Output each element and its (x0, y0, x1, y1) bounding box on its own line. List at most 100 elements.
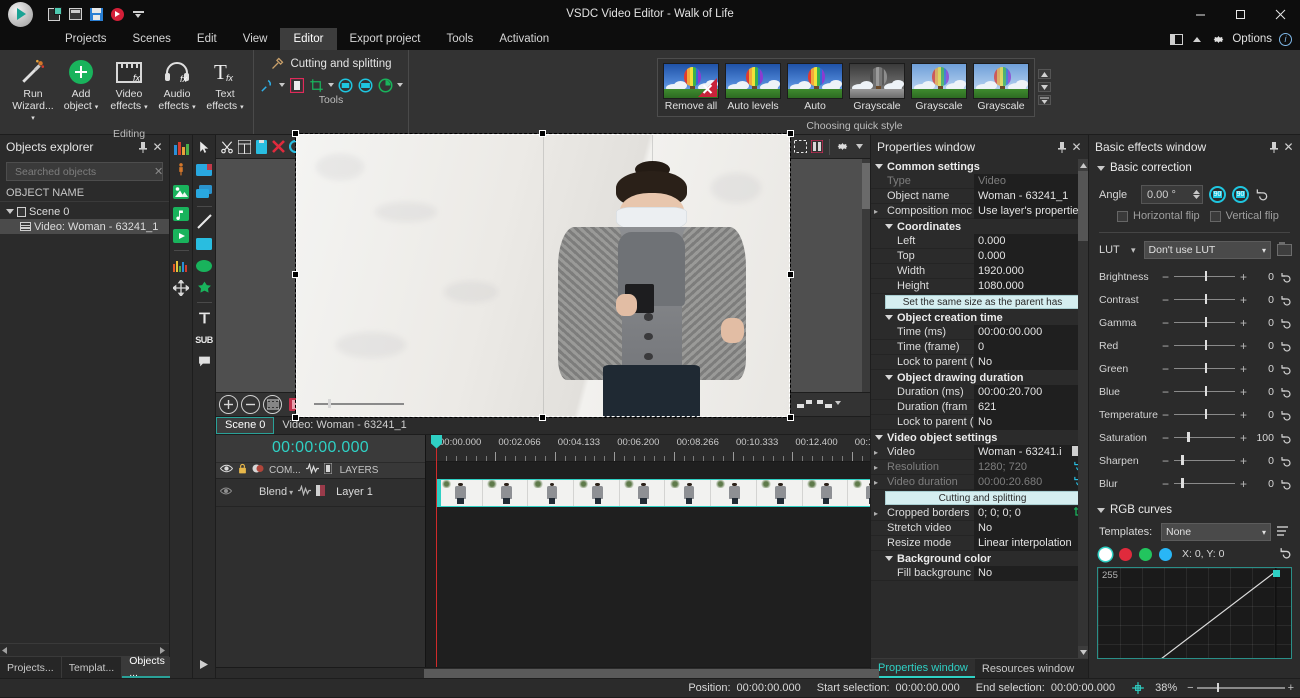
blue-channel-icon[interactable] (1159, 548, 1172, 561)
gear-icon[interactable] (1211, 32, 1225, 46)
slider-reset-icon[interactable] (1278, 340, 1294, 352)
effect-slider-blur[interactable]: Blur−+0 (1089, 472, 1300, 495)
slider-decrease[interactable]: − (1161, 454, 1170, 468)
properties-scrollbar[interactable] (1078, 159, 1088, 658)
property-row[interactable]: Height1080.000 (871, 279, 1088, 294)
slider-reset-icon[interactable] (1278, 363, 1294, 375)
angle-input[interactable]: 0.00 ° (1141, 185, 1203, 204)
property-row[interactable]: ▸Resolution1280; 720 (871, 460, 1088, 475)
effect-slider-brightness[interactable]: Brightness−+0 (1089, 265, 1300, 288)
info-icon[interactable]: i (1279, 33, 1292, 46)
flip-checkbox-horizontal[interactable]: Horizontal flip (1117, 210, 1200, 222)
resize-handle-bl[interactable] (292, 414, 299, 421)
properties-scroll-down[interactable] (1078, 646, 1088, 658)
slider-reset-icon[interactable] (1278, 432, 1294, 444)
slider-decrease[interactable]: − (1161, 339, 1170, 353)
property-row[interactable]: Object nameWoman - 63241_1 (871, 189, 1088, 204)
slider-decrease[interactable]: − (1161, 316, 1170, 330)
resize-handle-mr[interactable] (787, 271, 794, 278)
effect-slider-blue[interactable]: Blue−+0 (1089, 380, 1300, 403)
effect-slider-green[interactable]: Green−+0 (1089, 357, 1300, 380)
row-expander-icon[interactable]: ▸ (871, 463, 881, 472)
property-value[interactable]: 1920.000 (974, 264, 1088, 279)
layer-eye-icon[interactable] (220, 486, 232, 498)
property-value[interactable]: 00:00:20.700 (974, 385, 1088, 400)
magic-wand-icon[interactable] (259, 77, 276, 94)
magic-wand-dropdown[interactable] (279, 83, 285, 89)
preview-canvas-area[interactable] (216, 159, 870, 392)
slider-reset-icon[interactable] (1278, 386, 1294, 398)
property-row[interactable]: Time (ms)00:00:00.000 (871, 325, 1088, 340)
objects-panel-tab[interactable]: Objects ... (122, 657, 173, 678)
effects-close-icon[interactable]: ✕ (1281, 140, 1296, 155)
checkbox-icon[interactable] (1117, 211, 1128, 222)
property-action-button[interactable]: Set the same size as the parent has (885, 295, 1080, 309)
freeform-tool-icon[interactable] (195, 278, 214, 297)
group-objects-icon[interactable] (795, 395, 815, 414)
lut-chevron-icon[interactable]: ▾ (1131, 245, 1136, 256)
property-value[interactable]: No (974, 566, 1088, 581)
layer-waveform-icon[interactable] (298, 485, 311, 499)
record-icon[interactable] (110, 7, 124, 21)
add-object-button[interactable]: Addobject ▾ (58, 54, 104, 116)
zoom-fit-icon[interactable] (263, 395, 282, 414)
property-value[interactable]: 1080.000 (974, 279, 1088, 294)
slider-knob[interactable] (1181, 455, 1184, 465)
property-row[interactable]: Duration (fram621 (871, 400, 1088, 415)
resize-handle-tl[interactable] (292, 130, 299, 137)
slider-reset-icon[interactable] (1278, 294, 1294, 306)
layer-row[interactable]: Blend ▾ Layer 1 (216, 479, 425, 507)
mask-icon[interactable] (252, 463, 264, 477)
clear-search-icon[interactable]: ✕ (154, 165, 163, 178)
timeline-track-zone[interactable] (426, 462, 870, 668)
slider-track[interactable] (1174, 368, 1235, 370)
property-group[interactable]: Coordinates (871, 219, 1088, 234)
menu-item-export-project[interactable]: Export project (337, 28, 434, 50)
layout-icon[interactable] (1169, 32, 1183, 46)
objects-panel-tab[interactable]: Projects... (0, 657, 62, 678)
slider-increase[interactable]: + (1239, 316, 1248, 330)
eye-icon[interactable] (220, 464, 233, 476)
customize-toolbar-icon[interactable] (131, 7, 145, 21)
property-value[interactable]: 0.000 (974, 234, 1088, 249)
fit-zoom-icon[interactable] (1131, 681, 1145, 695)
slider-increase[interactable]: + (1239, 454, 1248, 468)
menu-item-editor[interactable]: Editor (280, 28, 336, 50)
quick-style-scroll-up[interactable] (1038, 69, 1051, 79)
quick-style-grayscale-5[interactable]: Grayscale (971, 62, 1031, 113)
property-group[interactable]: Background color (871, 551, 1088, 566)
new-project-icon[interactable] (47, 7, 61, 21)
properties-scroll-up[interactable] (1078, 159, 1088, 171)
timeline-horizontal-scrollbar[interactable] (216, 667, 870, 678)
property-row[interactable]: Stretch videoNo (871, 521, 1088, 536)
menu-item-view[interactable]: View (230, 28, 281, 50)
property-row[interactable]: Time (frame)0 (871, 340, 1088, 355)
property-row[interactable]: Lock to parent (No (871, 415, 1088, 430)
group-dropdown[interactable] (835, 401, 841, 407)
slider-decrease[interactable]: − (1161, 431, 1170, 445)
quick-style-grayscale-4[interactable]: Grayscale (909, 62, 969, 113)
slider-knob[interactable] (1187, 432, 1190, 442)
rgb-curve-editor[interactable]: 255 (1097, 567, 1292, 659)
rotate-left-90-icon[interactable]: 90 (1209, 186, 1226, 203)
quick-style-auto-2[interactable]: Auto (785, 62, 845, 113)
row-expander-icon[interactable]: ▸ (871, 509, 881, 518)
lut-select[interactable]: Don't use LUT ▾ (1144, 241, 1271, 259)
slider-track[interactable] (1174, 345, 1235, 347)
property-row[interactable]: Top0.000 (871, 249, 1088, 264)
quick-style-remove-all-0[interactable]: Remove all (661, 62, 721, 113)
playhead[interactable] (436, 435, 437, 668)
property-row[interactable]: Left0.000 (871, 234, 1088, 249)
slider-knob[interactable] (1205, 363, 1208, 373)
slider-decrease[interactable]: − (1161, 362, 1170, 376)
row-expander-icon[interactable]: ▸ (871, 207, 881, 216)
waveform-icon[interactable] (306, 463, 319, 477)
save-project-icon[interactable] (89, 7, 103, 21)
subtitle-tool-icon[interactable]: SUB (195, 330, 214, 349)
copy-icon[interactable] (236, 137, 252, 156)
expand-tools-icon[interactable] (195, 655, 214, 674)
property-value[interactable]: 1280; 720 (974, 460, 1088, 475)
quick-style-more[interactable] (1038, 95, 1051, 105)
video-clip[interactable] (436, 479, 870, 507)
slider-track[interactable] (1174, 414, 1235, 416)
